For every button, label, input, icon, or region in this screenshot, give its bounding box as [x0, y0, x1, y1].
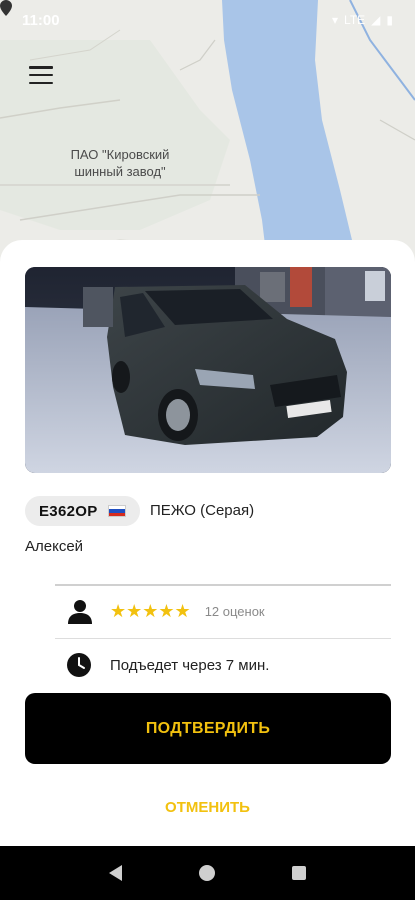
driver-info-sheet: Е362ОР ПЕЖО (Серая) Алексей ★★★★★ 12 оце… — [0, 240, 415, 846]
system-nav-bar — [0, 846, 415, 900]
car-image — [25, 267, 391, 473]
divider — [55, 584, 391, 586]
plate-badge: Е362ОР — [25, 496, 140, 526]
rating-count: 12 оценок — [204, 603, 265, 619]
signal-icon: ◢ — [371, 13, 381, 27]
confirm-button[interactable]: ПОДТВЕРДИТЬ — [25, 693, 391, 764]
map-canvas — [0, 0, 415, 270]
cancel-label: ОТМЕНИТЬ — [165, 798, 250, 816]
russian-flag-icon — [107, 505, 126, 517]
rating-row: ★★★★★ 12 оценок — [66, 596, 386, 626]
status-time: 11:00 — [22, 11, 60, 29]
network-type: LTE — [344, 13, 366, 27]
car-photo — [25, 267, 391, 473]
car-model: ПЕЖО (Серая) — [150, 502, 255, 519]
eta-text: Подъедет через 7 мин. — [110, 656, 270, 674]
cancel-button[interactable]: ОТМЕНИТЬ — [140, 792, 275, 822]
back-icon[interactable] — [108, 865, 122, 881]
plate-number: Е362ОР — [39, 502, 98, 520]
home-icon[interactable] — [198, 865, 215, 881]
eta-row: Подъедет через 7 мин. — [66, 650, 269, 680]
menu-button[interactable] — [26, 62, 56, 88]
status-icons: ▾ LTE ◢ ▮ — [332, 13, 393, 27]
rating-stars: ★★★★★ — [110, 600, 191, 621]
status-bar: 11:00 ▾ LTE ◢ ▮ — [0, 0, 415, 40]
person-icon — [68, 600, 92, 624]
menu-icon — [29, 66, 53, 69]
battery-icon: ▮ — [386, 13, 393, 27]
map-poi-label: ПАО "Кировский шинный завод" — [70, 147, 170, 179]
divider — [55, 638, 391, 639]
wifi-icon: ▾ — [332, 13, 339, 27]
clock-icon — [67, 653, 91, 677]
confirm-label: ПОДТВЕРДИТЬ — [145, 719, 271, 737]
map-view[interactable]: 11:00 ▾ LTE ◢ ▮ ПАО "Кировский шинный за… — [0, 0, 415, 270]
recent-apps-icon[interactable] — [292, 866, 307, 880]
driver-name: Алексей — [25, 538, 84, 555]
